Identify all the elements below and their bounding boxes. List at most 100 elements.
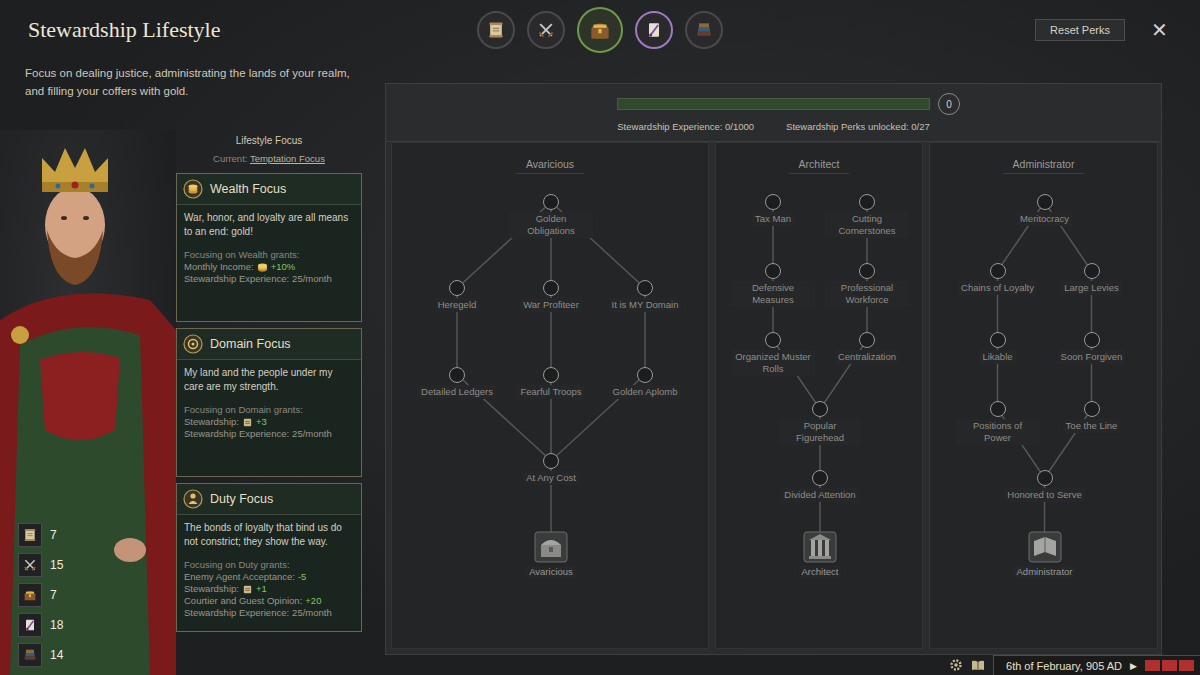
perk-node[interactable]: Large Levies [1050,263,1134,295]
trait-node[interactable]: Avaricious [506,531,596,578]
perk-node[interactable]: Organized Muster Rolls [731,332,815,376]
perk-node[interactable]: Tax Man [731,194,815,226]
grant-value: +3 [256,416,267,428]
perk-node[interactable]: Chains of Loyalty [956,263,1040,295]
grants-label: Focusing on Wealth grants: [184,249,354,261]
perk-node[interactable]: Defensive Measures [731,263,815,307]
perk-node[interactable]: Honored to Serve [1003,470,1087,502]
stewardship-icon [587,17,613,43]
focus-card[interactable]: Wealth Focus War, honor, and loyalty are… [176,173,362,322]
grant-value: +20 [305,595,321,607]
tree-canvas: Tax Man Cutting Cornerstones Defensive M… [716,187,922,648]
perk-label: Cutting Cornerstones [825,212,909,238]
tree-title: Avaricious [516,157,584,174]
grant-value: -5 [298,571,306,583]
perk-node[interactable]: Fearful Troops [509,367,593,399]
grant-value: 25/month [292,428,332,440]
grant-label: Stewardship: [184,416,239,428]
lifestyle-tabs [477,7,723,53]
current-focus-link[interactable]: Temptation Focus [250,153,325,164]
lifestyle-tab[interactable] [685,11,723,49]
perk-label: Tax Man [752,212,794,226]
perk-dot [543,367,559,383]
perk-node[interactable]: Centralization [825,332,909,364]
play-button[interactable]: ▶ [1130,661,1137,671]
perk-dot [637,367,653,383]
perk-label: Likable [979,350,1015,364]
perk-node[interactable]: Professional Workforce [825,263,909,307]
book-icon[interactable] [971,658,985,672]
perk-node[interactable]: Meritocracy [1003,194,1087,226]
lifestyle-tab[interactable] [527,11,565,49]
lifestyle-window: Stewardship Lifestyle Reset Perks ✕ Focu… [0,0,1200,675]
perk-label: Soon Forgiven [1058,350,1126,364]
grant-row: Stewardship: +1 [184,583,354,595]
experience-texts: Stewardship Experience: 0/1000 Stewardsh… [617,121,929,132]
perk-dot [1084,332,1100,348]
skill-row: 18 [18,613,68,637]
perk-node[interactable]: Divided Attention [778,470,862,502]
focus-title: Duty Focus [210,492,273,506]
character-portrait: 7 15 7 18 14 [0,130,176,675]
perk-node[interactable]: At Any Cost [509,453,593,485]
perk-node[interactable]: Toe the Line [1050,401,1134,433]
stewardship-icon [22,587,38,603]
perk-tree: Architect Tax Man Cutting Cornerstones D… [715,142,923,649]
lifestyle-tab[interactable] [477,11,515,49]
perk-dot [637,280,653,296]
date-box: 6th of February, 905 AD ▶ [993,655,1200,675]
close-button[interactable]: ✕ [1147,20,1172,40]
perk-label: At Any Cost [523,471,579,485]
perk-dot [859,263,875,279]
focus-description: My land and the people under my care are… [184,366,354,394]
perk-node[interactable]: Soon Forgiven [1050,332,1134,364]
perk-node[interactable]: Likable [956,332,1040,364]
perk-dot [1084,401,1100,417]
perk-node[interactable]: War Profiteer [509,280,593,312]
skill-row: 7 [18,583,68,607]
perk-node[interactable]: Golden Aplomb [603,367,687,399]
skill-value: 15 [50,558,68,572]
gear-icon[interactable] [949,658,963,672]
grants-label: Focusing on Domain grants: [184,404,354,416]
grant-label: Stewardship Experience: [184,273,289,285]
focus-card[interactable]: Domain Focus My land and the people unde… [176,328,362,477]
experience-bar-row: 0 [617,93,960,115]
grant-label: Stewardship: [184,583,239,595]
perk-node[interactable]: Heregeld [415,280,499,312]
grant-label: Courtier and Guest Opinion: [184,595,302,607]
focus-title: Wealth Focus [210,182,286,196]
focus-card[interactable]: Duty Focus The bonds of loyalty that bin… [176,483,362,632]
focus-header: Lifestyle Focus [176,135,362,147]
wealth-focus-icon [183,179,203,199]
perk-panel: 0 Stewardship Experience: 0/1000 Steward… [385,83,1162,655]
skill-icon-box [18,583,42,607]
lifestyle-tab[interactable] [577,7,623,53]
perk-node[interactable]: Cutting Cornerstones [825,194,909,238]
perk-node[interactable]: Positions of Power [956,401,1040,445]
focus-grants: Focusing on Duty grants: Enemy Agent Acc… [184,559,354,619]
perk-node[interactable]: Detailed Ledgers [415,367,499,399]
perk-node[interactable]: Golden Obligations [509,194,593,238]
focus-title: Domain Focus [210,337,291,351]
focus-description: The bonds of loyalty that bind us do not… [184,521,354,549]
speed-indicator[interactable] [1145,660,1194,671]
lifestyle-tab[interactable] [635,11,673,49]
perk-label: Fearful Troops [517,385,584,399]
perk-label: Toe the Line [1063,419,1121,433]
reset-perks-button[interactable]: Reset Perks [1035,19,1125,41]
trait-node[interactable]: Architect [775,531,865,578]
intrigue-icon [22,617,38,633]
stewardship-skill-icon [242,417,253,428]
perk-dot [990,401,1006,417]
perk-node[interactable]: Popular Figurehead [778,401,862,445]
grant-row: Courtier and Guest Opinion: +20 [184,595,354,607]
grant-value: 25/month [292,607,332,619]
perk-dot [990,263,1006,279]
skill-value: 14 [50,648,68,662]
grant-value: +1 [256,583,267,595]
trait-node[interactable]: Administrator [1000,531,1090,578]
window-title: Stewardship Lifestyle [28,17,477,43]
speed-bar [1162,660,1177,671]
perk-node[interactable]: It is MY Domain [603,280,687,312]
